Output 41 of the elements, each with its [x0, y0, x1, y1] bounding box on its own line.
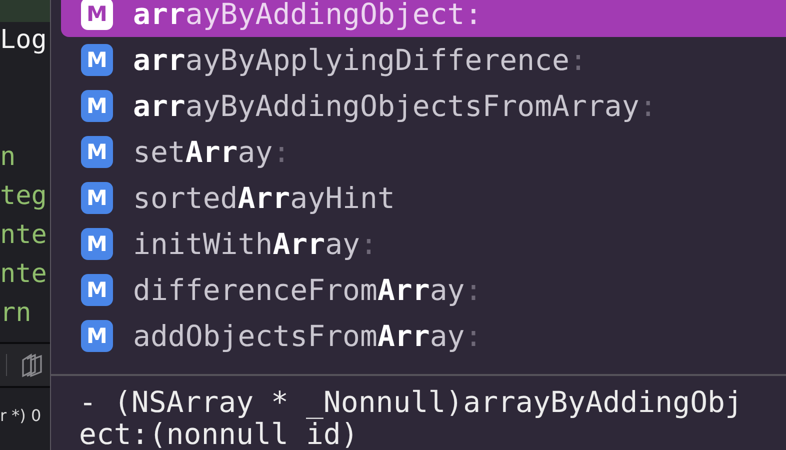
colon: :	[570, 43, 587, 77]
completion-item[interactable]: M addObjectsFromArray:	[61, 313, 786, 359]
code-text: Log	[0, 25, 47, 55]
colon: :	[464, 319, 482, 353]
completion-item[interactable]: M arrayByAddingObjectsFromArray:	[61, 83, 786, 129]
completion-name: differenceFromArray	[133, 273, 465, 307]
colon: :	[360, 227, 378, 261]
signature-text: - (NSArray * _Nonnull)arrayByAddingObj	[79, 386, 744, 418]
colon: :	[272, 135, 290, 169]
stacked-squares-icon[interactable]	[21, 352, 43, 378]
completion-name: initWithArray	[133, 227, 360, 261]
debug-text: r *) 0	[0, 406, 42, 426]
colon: :	[639, 89, 657, 123]
method-icon: M	[81, 228, 113, 260]
code-text: n	[0, 142, 16, 172]
completion-name: sortedArrayHint	[133, 181, 395, 215]
code-text: nte	[0, 259, 47, 289]
method-icon: M	[81, 274, 113, 306]
method-icon: M	[81, 320, 113, 352]
colon: :	[464, 0, 482, 31]
completion-item[interactable]: M differenceFromArray:	[61, 267, 786, 313]
method-icon: M	[81, 182, 113, 214]
code-text: nte	[0, 220, 47, 250]
completion-item[interactable]: M arrayByApplyingDifference:	[61, 37, 786, 83]
completion-item[interactable]: M sortedArrayHint	[61, 175, 786, 221]
signature-text: ect:(nonnull id)	[79, 418, 358, 450]
completion-item[interactable]: M initWithArray:	[61, 221, 786, 267]
completion-item[interactable]: M arrayByAddingObject:	[61, 0, 786, 37]
method-icon: M	[81, 90, 113, 122]
completion-name: arrayByAddingObjectsFromArray	[133, 89, 640, 123]
completion-name: setArray	[133, 135, 273, 169]
code-text: rn	[0, 298, 32, 328]
code-text: teg	[0, 181, 47, 211]
colon: :	[464, 273, 482, 307]
completion-name: arrayByAddingObject	[133, 0, 465, 31]
method-icon: M	[81, 44, 113, 76]
completion-name: arrayByApplyingDifference	[133, 43, 570, 77]
completion-item[interactable]: M setArray:	[61, 129, 786, 175]
method-icon: M	[81, 136, 113, 168]
method-icon: M	[81, 0, 113, 30]
completion-name: addObjectsFromArray	[133, 319, 465, 353]
